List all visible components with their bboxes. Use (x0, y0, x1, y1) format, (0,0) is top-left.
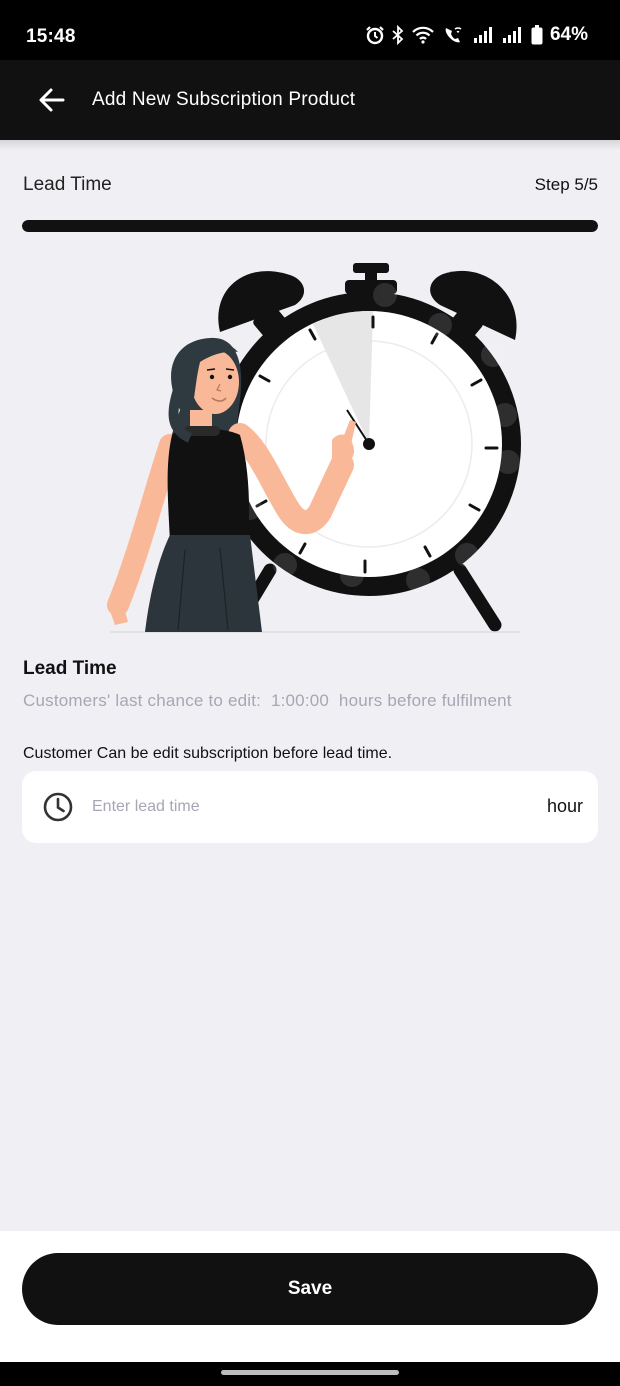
bluetooth-icon (392, 25, 404, 45)
system-navigation-bar (0, 1362, 620, 1386)
status-time: 15:48 (26, 26, 76, 47)
battery-percentage: 64% (549, 24, 588, 45)
step-header: Lead Time Step 5/5 (23, 174, 598, 198)
signal-icon (502, 27, 521, 43)
step-indicator: Step 5/5 (534, 175, 598, 194)
bottom-action-panel: Save (0, 1231, 620, 1362)
wifi-calling-icon (445, 27, 462, 43)
step-progress-fill (22, 220, 598, 232)
signal-icon (473, 27, 492, 43)
lead-time-input[interactable] (92, 791, 492, 823)
status-bar: 15:48 64% (0, 0, 620, 60)
alarm-icon (366, 26, 384, 45)
status-icons: 64% (365, 24, 588, 46)
step-progress-bar (22, 220, 598, 232)
arrow-left-icon (39, 88, 65, 112)
home-gesture-handle[interactable] (221, 1370, 399, 1375)
lead-time-input-container[interactable]: hour (22, 771, 598, 843)
clock-icon (43, 792, 73, 822)
section-title: Lead Time (23, 658, 117, 679)
lead-time-field-label: Customer Can be edit subscription before… (23, 745, 393, 762)
section-description: Customers' last chance to edit: 1:00:00 … (23, 691, 512, 710)
wifi-icon (412, 26, 434, 44)
page-title: Add New Subscription Product (92, 89, 356, 110)
lead-time-unit: hour (546, 796, 583, 816)
step-label: Lead Time (23, 174, 112, 195)
lead-time-illustration (107, 263, 521, 633)
back-button[interactable] (34, 82, 70, 118)
app-bar: Add New Subscription Product (0, 60, 620, 140)
battery-icon (531, 25, 543, 45)
app-bar-shadow (0, 140, 620, 150)
save-button[interactable]: Save (22, 1253, 598, 1325)
